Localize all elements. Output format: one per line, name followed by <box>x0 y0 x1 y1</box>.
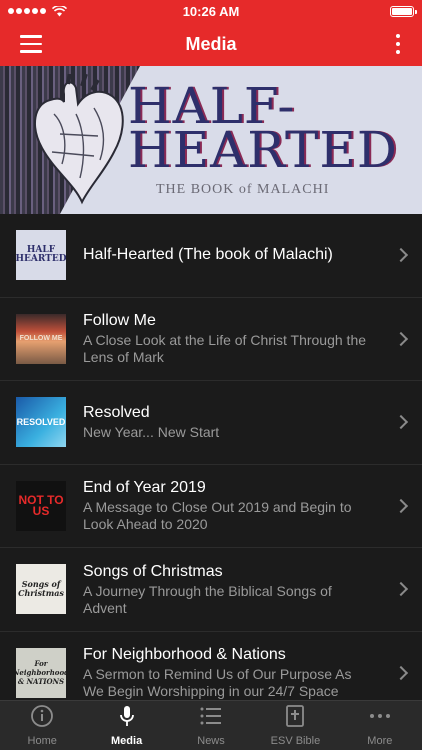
list-item-title: End of Year 2019 <box>83 479 206 497</box>
chevron-right-icon <box>393 415 409 430</box>
list-item-subtitle: A Journey Through the Biblical Songs of … <box>83 582 332 616</box>
list-icon <box>198 703 224 729</box>
list-item-subtitle: A Message to Close Out 2019 and Begin to… <box>83 499 352 533</box>
series-banner[interactable]: HALF- HEARTED THE BOOK of MALACHI <box>0 66 422 214</box>
banner-title: HALF- HEARTED <box>128 81 398 179</box>
signal-icon <box>8 8 46 14</box>
tab-more[interactable]: More <box>338 701 422 750</box>
list-item-title: Resolved <box>83 404 150 422</box>
tab-label: ESV Bible <box>270 735 321 747</box>
menu-button[interactable] <box>12 24 52 64</box>
info-icon <box>29 703 55 729</box>
tab-home[interactable]: Home <box>0 701 84 750</box>
list-item-title: Follow Me <box>83 312 156 330</box>
media-series-list: HALF HEARTED Half-Hearted (The book of M… <box>0 214 422 700</box>
banner-title-line2: HEARTED <box>128 121 398 179</box>
tab-label: Home <box>27 735 57 747</box>
tab-label: Media <box>111 735 143 747</box>
tab-label: News <box>197 735 225 747</box>
chevron-right-icon <box>393 498 409 513</box>
more-icon <box>367 703 393 729</box>
heart-illustration <box>34 74 124 205</box>
series-thumbnail: Songs of Christmas <box>16 564 66 615</box>
list-item[interactable]: For Neighborhood & NATIONS For Neighborh… <box>0 632 422 701</box>
list-item[interactable]: FOLLOW ME Follow Me A Close Look at the … <box>0 298 422 381</box>
signal-and-wifi <box>8 5 67 17</box>
list-item-title: Songs of Christmas <box>83 562 223 580</box>
list-item-title: Half-Hearted (The book of Malachi) <box>83 246 333 264</box>
microphone-icon <box>114 703 140 729</box>
tab-esv-bible[interactable]: ESV Bible <box>253 701 337 750</box>
series-thumbnail: For Neighborhood & NATIONS <box>16 647 66 698</box>
battery-icon <box>390 5 417 17</box>
nav-bar: Media <box>0 22 422 66</box>
series-thumbnail: HALF HEARTED <box>16 230 66 281</box>
chevron-right-icon <box>393 248 409 263</box>
hamburger-icon <box>20 35 42 38</box>
banner-subtitle: THE BOOK of MALACHI <box>156 182 330 197</box>
list-item-subtitle: A Sermon to Remind Us of Our Purpose As … <box>83 666 352 700</box>
series-thumbnail: RESOLVED <box>16 397 66 448</box>
list-item[interactable]: HALF HEARTED Half-Hearted (The book of M… <box>0 214 422 298</box>
series-thumbnail: FOLLOW ME <box>16 313 66 364</box>
list-item-subtitle: A Close Look at the Life of Christ Throu… <box>83 332 367 366</box>
list-item[interactable]: NOT TO US End of Year 2019 A Message to … <box>0 465 422 548</box>
tab-news[interactable]: News <box>169 701 253 750</box>
series-thumbnail: NOT TO US <box>16 480 66 531</box>
wifi-icon <box>52 5 67 16</box>
page-title: Media <box>185 33 237 54</box>
list-item[interactable]: RESOLVED Resolved New Year... New Start <box>0 381 422 465</box>
more-options-button[interactable] <box>370 24 410 64</box>
bible-icon <box>282 703 308 729</box>
tab-label: More <box>367 735 393 747</box>
tab-media[interactable]: Media <box>84 701 168 750</box>
list-item-title: For Neighborhood & Nations <box>83 646 286 664</box>
status-bar: 10:26 AM <box>0 0 422 22</box>
list-item-subtitle: New Year... New Start <box>83 424 220 441</box>
chevron-right-icon <box>393 331 409 346</box>
kebab-icon <box>396 34 400 38</box>
chevron-right-icon <box>393 582 409 597</box>
chevron-right-icon <box>393 665 409 680</box>
list-item[interactable]: Songs of Christmas Songs of Christmas A … <box>0 548 422 632</box>
tab-bar: Home Media News ESV Bible More <box>0 700 422 750</box>
